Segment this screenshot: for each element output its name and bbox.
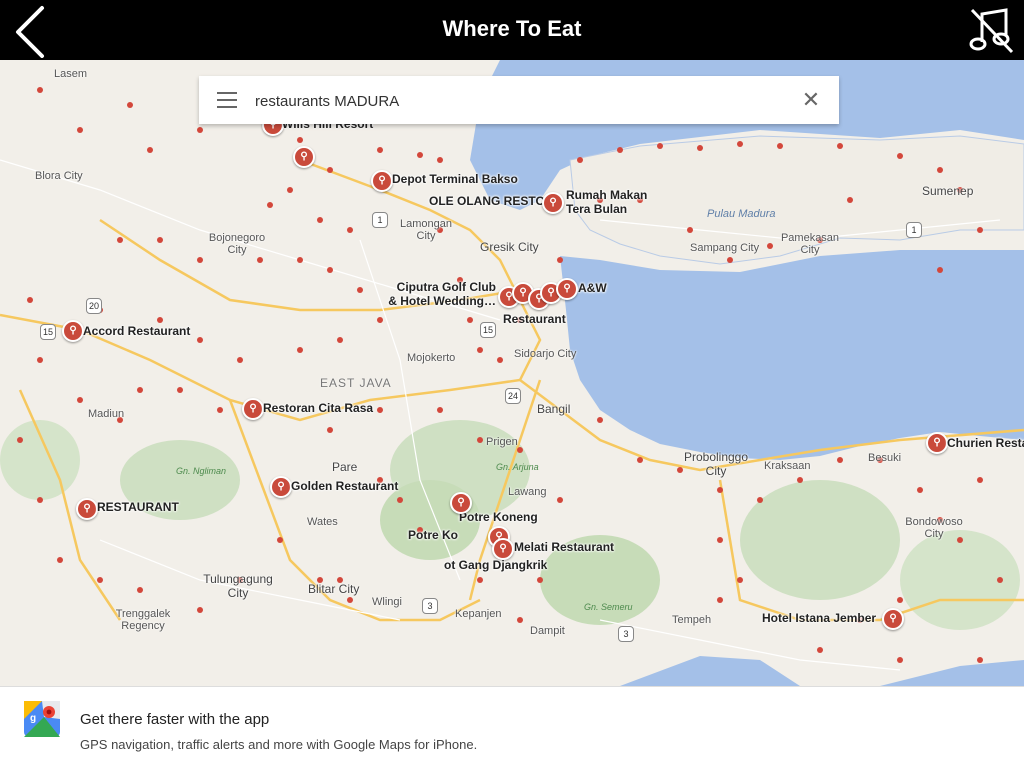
google-maps-logo-icon: g — [24, 701, 60, 737]
place-label: Lawang — [508, 486, 547, 498]
restaurant-pin[interactable]: ⚲ — [492, 538, 514, 560]
place-label: Tempeh — [672, 614, 712, 626]
app-promo-banner[interactable]: g Get there faster with the app GPS navi… — [0, 686, 1024, 769]
place-label: Pare — [332, 460, 358, 474]
place-label: Dampit — [530, 625, 565, 637]
restaurant-pin[interactable]: ⚲ — [450, 492, 472, 514]
region-label: EAST JAVA — [320, 376, 392, 390]
place-label: Trenggalek Regency — [115, 608, 171, 632]
route-shield: 1 — [372, 212, 388, 228]
map-canvas — [0, 60, 1024, 686]
route-shield: 24 — [505, 388, 521, 404]
park-label: Gn. Ngliman — [176, 466, 227, 476]
restaurant-pin[interactable]: ⚲ — [76, 498, 98, 520]
search-input[interactable] — [253, 86, 787, 116]
hamburger-menu-icon[interactable] — [217, 92, 237, 108]
place-label: Pulau Madura — [707, 208, 776, 220]
restaurant-label[interactable]: RESTAURANT — [97, 500, 179, 514]
route-shield: 20 — [86, 298, 102, 314]
restaurant-label[interactable]: Ciputra Golf Club & Hotel Wedding… — [386, 280, 496, 308]
restaurant-label[interactable]: Potre Koneng — [459, 510, 538, 524]
place-label: Bangil — [537, 402, 571, 416]
page-title: Where To Eat — [442, 16, 582, 41]
place-label: Sampang City — [690, 242, 760, 254]
place-label: Blora City — [35, 170, 83, 182]
place-label: Prigen — [486, 436, 518, 448]
close-icon[interactable]: ✕ — [799, 88, 823, 112]
music-mute-icon — [969, 8, 1014, 54]
restaurant-label[interactable]: Hotel Istana Jember — [762, 611, 876, 625]
map-view[interactable]: Lasem Blora City Bojonegoro City Lamonga… — [0, 60, 1024, 686]
place-label: Lasem — [54, 68, 88, 80]
svg-text:g: g — [30, 713, 36, 724]
restaurant-pin[interactable]: ⚲ — [242, 398, 264, 420]
restaurant-label[interactable]: Melati Restaurant — [514, 540, 614, 554]
restaurant-pin[interactable]: ⚲ — [62, 320, 84, 342]
restaurant-pin[interactable]: ⚲ — [926, 432, 948, 454]
place-label: Bondowoso City — [905, 516, 963, 540]
route-shield: 3 — [422, 598, 438, 614]
place-label: Gresik City — [480, 240, 539, 254]
place-label: Tulungagung City — [203, 572, 273, 600]
place-label: Wates — [307, 516, 338, 528]
banner-headline: Get there faster with the app — [80, 711, 270, 728]
place-label: Kraksaan — [764, 460, 811, 472]
place-label: Besuki — [868, 452, 902, 464]
restaurant-label[interactable]: ot Gang Djangkrik — [444, 558, 547, 572]
top-bar: Where To Eat — [0, 0, 1024, 60]
route-shield: 3 — [618, 626, 634, 642]
park-label: Gn. Arjuna — [496, 462, 539, 472]
place-label: Bojonegoro City — [208, 232, 266, 256]
restaurant-pin[interactable]: ⚲ — [556, 278, 578, 300]
restaurant-label[interactable]: OLE OLANG RESTO — [429, 194, 545, 208]
restaurant-label[interactable]: Accord Restaurant — [83, 324, 190, 338]
restaurant-pin[interactable]: ⚲ — [542, 192, 564, 214]
banner-subtext: GPS navigation, traffic alerts and more … — [80, 737, 478, 752]
restaurant-pin[interactable]: ⚲ — [270, 476, 292, 498]
place-label: Lamongan City — [400, 218, 452, 242]
place-label: Sumenep — [922, 184, 974, 198]
restaurant-pin[interactable]: ⚲ — [882, 608, 904, 630]
sound-toggle-button[interactable] — [966, 6, 1018, 56]
restaurant-label[interactable]: Restaurant — [503, 312, 566, 326]
restaurant-label[interactable]: Rumah Makan Tera Bulan — [566, 188, 656, 216]
place-label: Probolinggo City — [683, 450, 749, 478]
route-shield: 15 — [480, 322, 496, 338]
restaurant-label[interactable]: Potre Ko — [408, 528, 458, 542]
place-label: Madiun — [88, 408, 125, 420]
place-label: Wlingi — [372, 596, 402, 608]
park-label: Gn. Semeru — [584, 602, 633, 612]
search-box: ✕ — [199, 76, 839, 124]
restaurant-label[interactable]: Restoran Cita Rasa — [263, 401, 373, 415]
restaurant-label[interactable]: A&W — [578, 281, 607, 295]
restaurant-pin[interactable]: ⚲ — [293, 146, 315, 168]
place-label: Blitar City — [308, 582, 360, 596]
restaurant-label[interactable]: Depot Terminal Bakso — [392, 172, 518, 186]
restaurant-pin[interactable]: ⚲ — [371, 170, 393, 192]
place-label: Pamekasan City — [780, 232, 840, 256]
place-label: Mojokerto — [407, 352, 456, 364]
restaurant-label[interactable]: Churien Resta — [947, 436, 1024, 450]
place-label: Sidoarjo City — [514, 348, 577, 360]
restaurant-label[interactable]: Golden Restaurant — [291, 479, 398, 493]
route-shield: 15 — [40, 324, 56, 340]
place-label: Kepanjen — [455, 608, 502, 620]
route-shield: 1 — [906, 222, 922, 238]
